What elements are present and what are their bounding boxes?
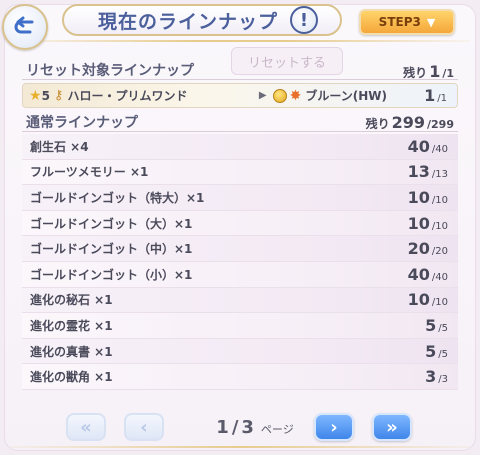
list-item: ゴールドインゴット（大）×1 10/10 [22,210,458,237]
reset-button[interactable]: リセットする [231,47,343,75]
list-item: 進化の真書 ×1 5/5 [22,338,458,365]
reset-lineup-heading: リセット対象ラインナップ [26,63,194,79]
item-count: 5/5 [425,341,448,361]
last-page-button[interactable]: » [372,413,412,441]
reset-item-count: 1 /1 [424,86,447,105]
step-dropdown[interactable]: STEP3 ▼ [359,9,455,35]
item-count: 10/10 [407,290,448,310]
rarity-value: 5 [41,88,50,103]
item-count: 10/10 [407,213,448,233]
help-button[interactable]: ! [290,6,318,34]
prev-page-button[interactable]: ‹ [124,413,164,441]
item-count: 40/40 [407,264,448,284]
list-item: 進化の秘石 ×1 10/10 [22,287,458,314]
play-triangle-icon: ▶ [258,90,267,101]
next-page-button[interactable]: › [314,413,354,441]
list-item: ゴールドインゴット（特大）×1 10/10 [22,185,458,211]
lineup-list: 創生石 ×4 40/40 フルーツメモリー ×1 13/13 ゴールドインゴット… [22,134,458,390]
list-item: 創生石 ×4 40/40 [22,134,458,160]
item-name: 進化の真書 ×1 [30,344,113,359]
item-count: 5/5 [425,315,448,335]
item-count: 40/40 [407,136,448,156]
item-count: 10/10 [407,187,448,207]
back-arrow-icon [14,16,34,34]
header-divider [10,40,470,42]
reset-item-row: ★ 5 ⚷ ハロー・プリムワンド ▶ ✸ ブルーン(HW) 1 /1 [22,83,458,108]
normal-remain: 残り 299 /299 [366,113,454,132]
back-button[interactable] [2,4,48,50]
total-pages: 3 [241,417,254,438]
item-name: フルーツメモリー ×1 [30,165,149,180]
double-chevron-right-icon: » [386,416,398,438]
item-name: ゴールドインゴット（大）×1 [30,216,193,231]
wand-icon: ⚷ [53,88,64,103]
step-label: STEP3 [378,15,421,29]
page-title: 現在のラインナップ [98,10,279,33]
current-page: 1 [216,417,229,438]
reset-item-name: ハロー・プリムワンド [67,89,188,103]
item-name: 創生石 ×4 [30,139,89,154]
list-item: ゴールドインゴット（中）×1 20/20 [22,236,458,262]
footer-divider [10,446,470,448]
remain-label: 残り [365,117,390,131]
chevron-right-icon: › [330,416,338,438]
item-name: ゴールドインゴット（特大）×1 [30,190,205,205]
item-count: 3/3 [425,367,448,387]
gold-coin-icon [272,88,287,103]
triangle-down-icon: ▼ [426,15,436,29]
item-count: 20/20 [407,239,448,259]
help-icon: ! [299,9,309,31]
remain-total: /299 [427,118,454,131]
page-label: ページ [260,423,294,436]
divider [22,131,458,132]
reset-item-target: ブルーン(HW) [305,89,387,103]
item-count: 13/13 [407,162,448,182]
item-name: 進化の獣角 ×1 [30,370,113,385]
normal-lineup-heading: 通常ラインナップ [26,115,138,131]
divider [22,79,458,80]
double-chevron-left-icon: « [80,416,92,438]
star-icon: ★ [29,87,42,104]
list-item: 進化の霊花 ×1 5/5 [22,313,458,339]
item-name: 進化の霊花 ×1 [30,318,113,333]
item-name: ゴールドインゴット（小）×1 [30,267,193,282]
fire-element-icon: ✸ [289,87,302,104]
page-separator: / [231,417,239,438]
item-name: ゴールドインゴット（中）×1 [30,242,193,257]
list-item: ゴールドインゴット（小）×1 40/40 [22,261,458,288]
first-page-button[interactable]: « [66,413,106,441]
remain-value: 299 [391,113,426,132]
page-indicator: 1 / 3 ページ [200,417,310,439]
item-name: 進化の秘石 ×1 [30,293,113,308]
chevron-left-icon: ‹ [140,416,148,438]
list-item: 進化の獣角 ×1 3/3 [22,364,458,390]
list-item: フルーツメモリー ×1 13/13 [22,159,458,186]
